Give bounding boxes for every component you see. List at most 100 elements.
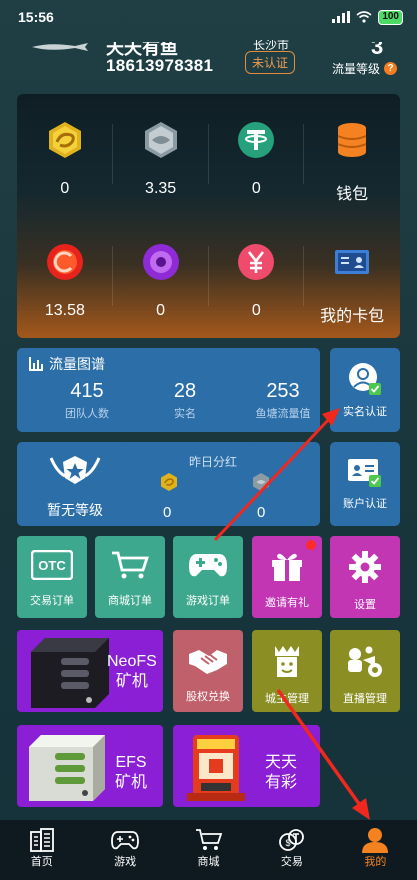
wallet-dragon-coin[interactable]: 0 xyxy=(17,94,113,216)
traffic-chart-panel[interactable]: 流量图谱 415 团队人数 28 实名 253 鱼塘流量值 xyxy=(17,348,320,432)
gear-icon xyxy=(349,551,381,583)
wallet-value: 0 xyxy=(251,302,261,319)
mall-orders-tile[interactable]: 商城订单 xyxy=(95,536,165,618)
neofs-miner-tile[interactable]: NeoFS 矿机 xyxy=(17,630,163,712)
account-cert-label: 账户认证 xyxy=(343,498,387,510)
wallet-value: 13.58 xyxy=(44,302,85,319)
yesterday-dividend-label: 昨日分红 xyxy=(189,455,238,469)
tab-games[interactable]: 游戏 xyxy=(83,820,166,880)
rank-label: 暂无等级 xyxy=(47,502,103,518)
bottom-tab-bar: 首页 游戏 商城 $ 交易 我的 xyxy=(0,820,417,880)
cart-icon xyxy=(112,551,149,579)
star-badge-icon xyxy=(49,456,101,484)
gamepad-icon xyxy=(111,827,140,853)
traffic-level-link[interactable]: 流量等级 ? xyxy=(332,60,398,77)
tab-trade[interactable]: $ 交易 xyxy=(250,820,333,880)
server-icon xyxy=(29,735,105,801)
castle-king-icon xyxy=(275,646,299,677)
wallet-value: 钱包 xyxy=(336,186,369,203)
level-dividend-panel[interactable]: 暂无等级 昨日分红 0 0 xyxy=(17,442,320,526)
wallet-value: 我的卡包 xyxy=(320,308,385,325)
user-icon xyxy=(361,827,389,853)
equity-exchange-tile[interactable]: 股权兑换 xyxy=(173,630,243,712)
game-orders-tile[interactable]: 游戏订单 xyxy=(173,536,243,618)
cert-status-badge[interactable]: 未认证 xyxy=(245,51,296,74)
tab-mine[interactable]: 我的 xyxy=(334,820,417,880)
phone-number: 18613978381 xyxy=(106,56,214,75)
battery-indicator: 100 xyxy=(378,9,403,25)
wallet-yuan[interactable]: 0 xyxy=(209,216,305,338)
coins-icon: $ xyxy=(278,827,306,853)
otc-icon: OTC xyxy=(31,550,73,580)
trade-orders-tile[interactable]: OTC 交易订单 xyxy=(17,536,87,618)
bar-chart-icon xyxy=(29,357,43,371)
fish-coin-icon xyxy=(139,118,183,162)
gift-icon xyxy=(272,553,302,581)
status-bar: 15:56 100 xyxy=(0,0,417,34)
wallet-button[interactable]: 钱包 xyxy=(304,94,400,216)
dragon-coin-icon xyxy=(161,473,177,491)
wallet-value: 3.35 xyxy=(145,180,177,197)
profile-header: 天天有鱼 长沙市 3 18613978381 未认证 流量等级 ? xyxy=(0,34,417,94)
live-stream-icon xyxy=(348,646,382,677)
tether-icon xyxy=(234,118,278,162)
wallet-value: 0 xyxy=(60,180,70,197)
wallet-value: 0 xyxy=(251,180,261,197)
wifi-icon xyxy=(356,11,372,23)
wallet-purple-coin[interactable]: 0 xyxy=(113,216,209,338)
efs-miner-tile[interactable]: EFS 矿机 xyxy=(17,725,163,807)
fish-coin-icon xyxy=(253,473,269,491)
neofs-title: NeoFS xyxy=(107,653,157,670)
tab-mall[interactable]: 商城 xyxy=(167,820,250,880)
notification-dot xyxy=(306,540,316,550)
dividend-value: 0 xyxy=(163,504,172,521)
pond-traffic-stat: 253 鱼塘流量值 xyxy=(255,380,311,420)
efs-title: EFS xyxy=(115,754,147,771)
svg-text:$: $ xyxy=(285,838,290,848)
settings-tile[interactable]: 设置 xyxy=(330,536,400,618)
wallet-red-coin[interactable]: 13.58 xyxy=(17,216,113,338)
my-card-button[interactable]: 我的卡包 xyxy=(304,216,400,338)
lottery-subtitle: 有彩 xyxy=(265,774,298,791)
city-manager-tile[interactable]: 城主管理 xyxy=(252,630,322,712)
dragon-coin-icon xyxy=(43,118,87,162)
live-manager-tile[interactable]: 直播管理 xyxy=(330,630,400,712)
real-name-stat: 28 实名 xyxy=(173,380,197,420)
account-cert-button[interactable]: 账户认证 xyxy=(330,442,400,526)
traffic-chart-title: 流量图谱 xyxy=(49,356,105,372)
traffic-level-label: 流量等级 xyxy=(332,62,381,76)
card-icon xyxy=(330,240,374,284)
team-count-stat: 415 团队人数 xyxy=(65,380,109,420)
user-verified-icon xyxy=(349,363,381,395)
handshake-icon xyxy=(189,650,227,674)
tab-home[interactable]: 首页 xyxy=(0,820,83,880)
yuan-icon xyxy=(234,240,278,284)
server-icon xyxy=(31,638,109,708)
svg-text:OTC: OTC xyxy=(38,558,66,573)
wallet-card: 0 3.35 0 钱包 13.58 0 0 我的卡包 xyxy=(17,94,400,338)
building-icon xyxy=(28,827,56,853)
purple-coin-icon xyxy=(139,240,183,284)
wallet-value: 0 xyxy=(156,302,166,319)
status-time: 15:56 xyxy=(18,9,54,25)
lottery-tile[interactable]: 天天 有彩 xyxy=(173,725,320,807)
header-number: 3 xyxy=(371,34,384,59)
real-name-cert-label: 实名认证 xyxy=(343,406,387,418)
fish-logo-icon xyxy=(32,43,88,51)
help-icon[interactable]: ? xyxy=(384,62,398,75)
id-card-verified-icon xyxy=(348,459,381,487)
efs-subtitle: 矿机 xyxy=(115,774,148,791)
cart-icon xyxy=(195,827,223,853)
wallet-coins-icon xyxy=(330,118,374,162)
lottery-title: 天天 xyxy=(265,754,298,771)
signal-icon xyxy=(332,11,351,23)
invite-gift-tile[interactable]: 邀请有礼 xyxy=(252,536,322,618)
wallet-tether[interactable]: 0 xyxy=(209,94,305,216)
red-coin-icon xyxy=(43,240,87,284)
gamepad-icon xyxy=(189,554,227,577)
real-name-cert-button[interactable]: 实名认证 xyxy=(330,348,400,432)
wallet-fish-coin[interactable]: 3.35 xyxy=(113,94,209,216)
lottery-machine-icon xyxy=(187,735,245,801)
dividend-value: 0 xyxy=(257,504,266,521)
neofs-subtitle: 矿机 xyxy=(115,673,148,690)
